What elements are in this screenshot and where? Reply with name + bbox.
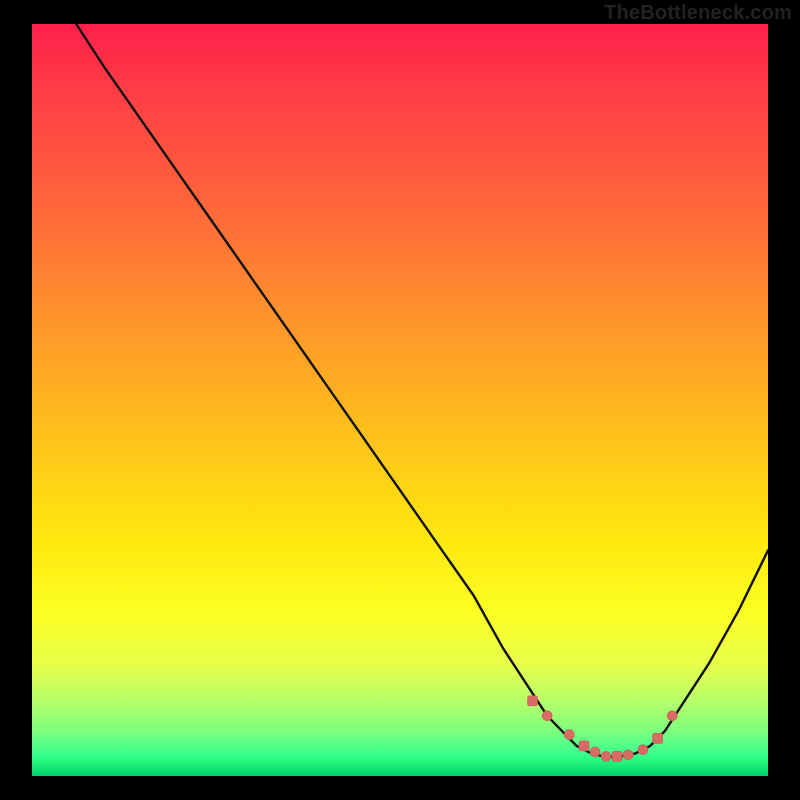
- marker-point: [542, 711, 552, 721]
- curve-layer: [32, 24, 768, 776]
- chart-frame: TheBottleneck.com: [0, 0, 800, 800]
- marker-point: [601, 751, 611, 761]
- marker-point: [623, 750, 633, 760]
- watermark-text: TheBottleneck.com: [604, 2, 792, 25]
- marker-point: [612, 751, 622, 761]
- plot-area: [32, 24, 768, 776]
- marker-point: [638, 745, 648, 755]
- marker-point: [528, 696, 538, 706]
- marker-point: [590, 747, 600, 757]
- marker-group: [528, 696, 678, 762]
- marker-point: [653, 733, 663, 743]
- marker-point: [564, 730, 574, 740]
- bottleneck-curve: [76, 24, 768, 757]
- marker-point: [667, 711, 677, 721]
- marker-point: [579, 741, 589, 751]
